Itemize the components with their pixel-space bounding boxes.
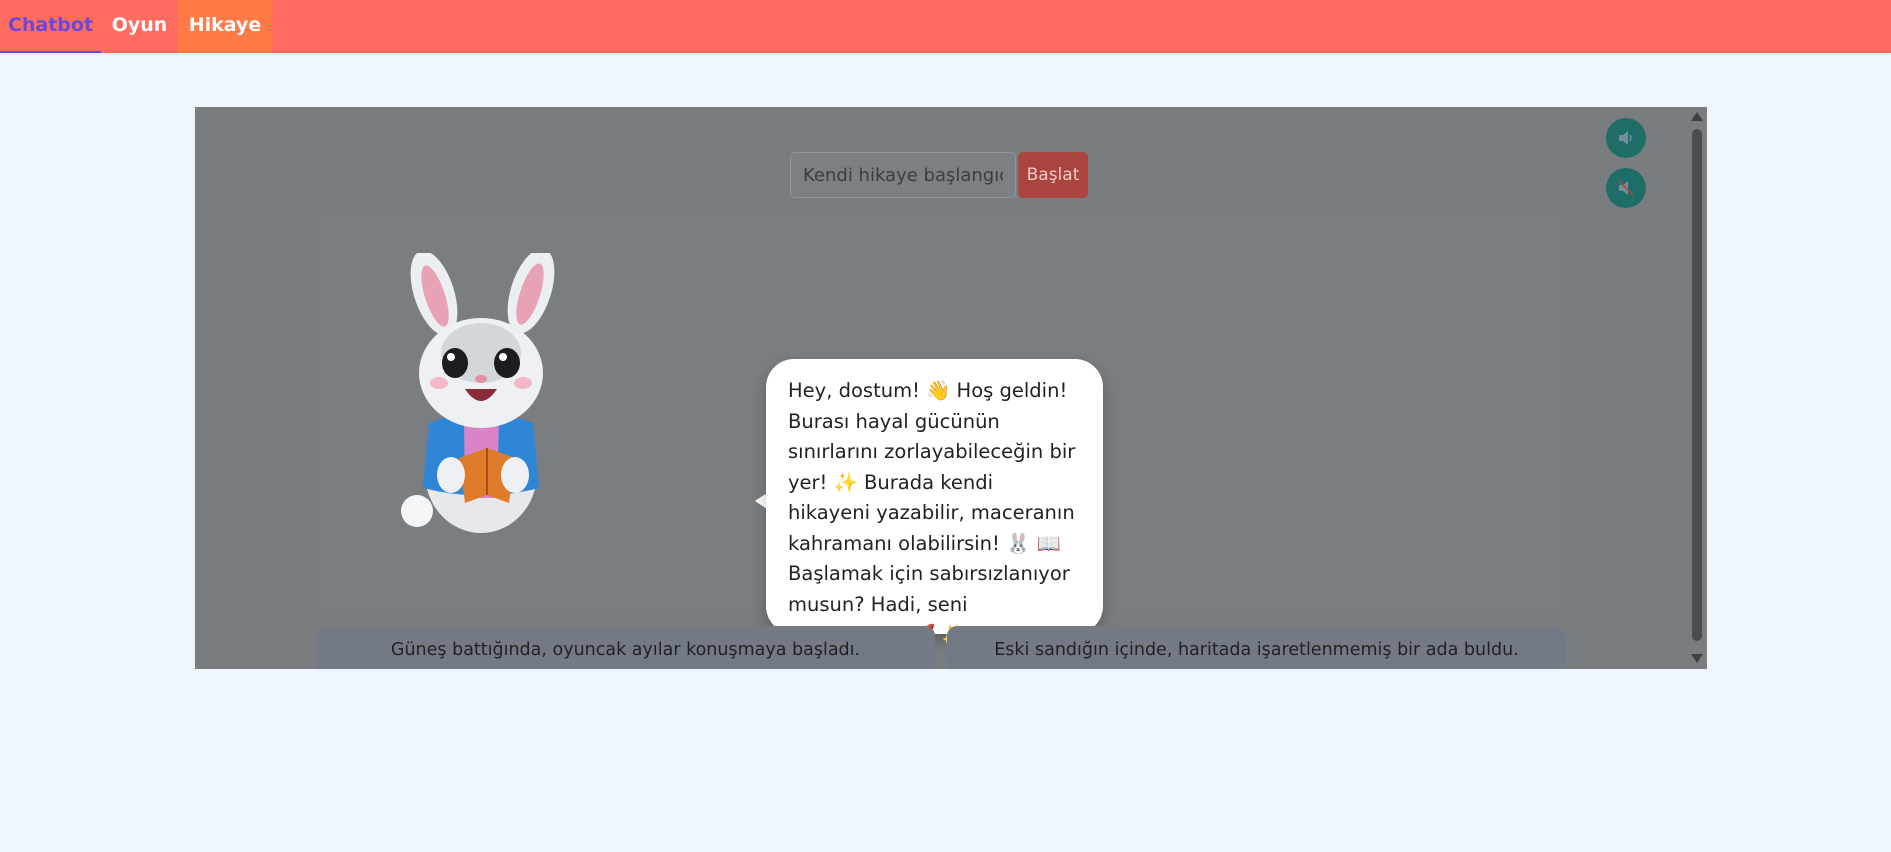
tab-hikaye[interactable]: Hikaye [178,0,272,53]
sound-on-button[interactable] [1606,118,1646,158]
speaker-icon [1619,131,1632,145]
scroll-up-icon[interactable] [1691,112,1703,121]
start-button[interactable]: Başlat [1018,152,1088,198]
bubble-text: Hey, dostum! 👋 Hoş geldin! Burası hayal … [788,379,1076,646]
story-choice-2[interactable]: Eski sandığın içinde, haritada işaretlen… [947,626,1566,669]
story-choice-1[interactable]: Güneş battığında, oyuncak ayılar konuşma… [316,626,935,669]
mute-icon [1618,180,1634,196]
story-start-input[interactable] [790,152,1016,198]
mute-button[interactable] [1606,168,1646,208]
story-stage: Hey, dostum! 👋 Hoş geldin! Burası hayal … [315,215,1565,646]
tab-chatbot[interactable]: Chatbot [0,0,101,53]
frame-scrollbar[interactable] [1687,107,1707,669]
tab-oyun[interactable]: Oyun [101,0,178,53]
scroll-down-icon[interactable] [1691,654,1703,663]
scroll-thumb[interactable] [1692,129,1702,641]
top-nav: Chatbot Oyun Hikaye [0,0,1891,53]
story-frame: Başlat [195,107,1707,669]
speech-bubble: Hey, dostum! 👋 Hoş geldin! Burası hayal … [766,359,1103,646]
bunny-illustration [401,253,555,533]
